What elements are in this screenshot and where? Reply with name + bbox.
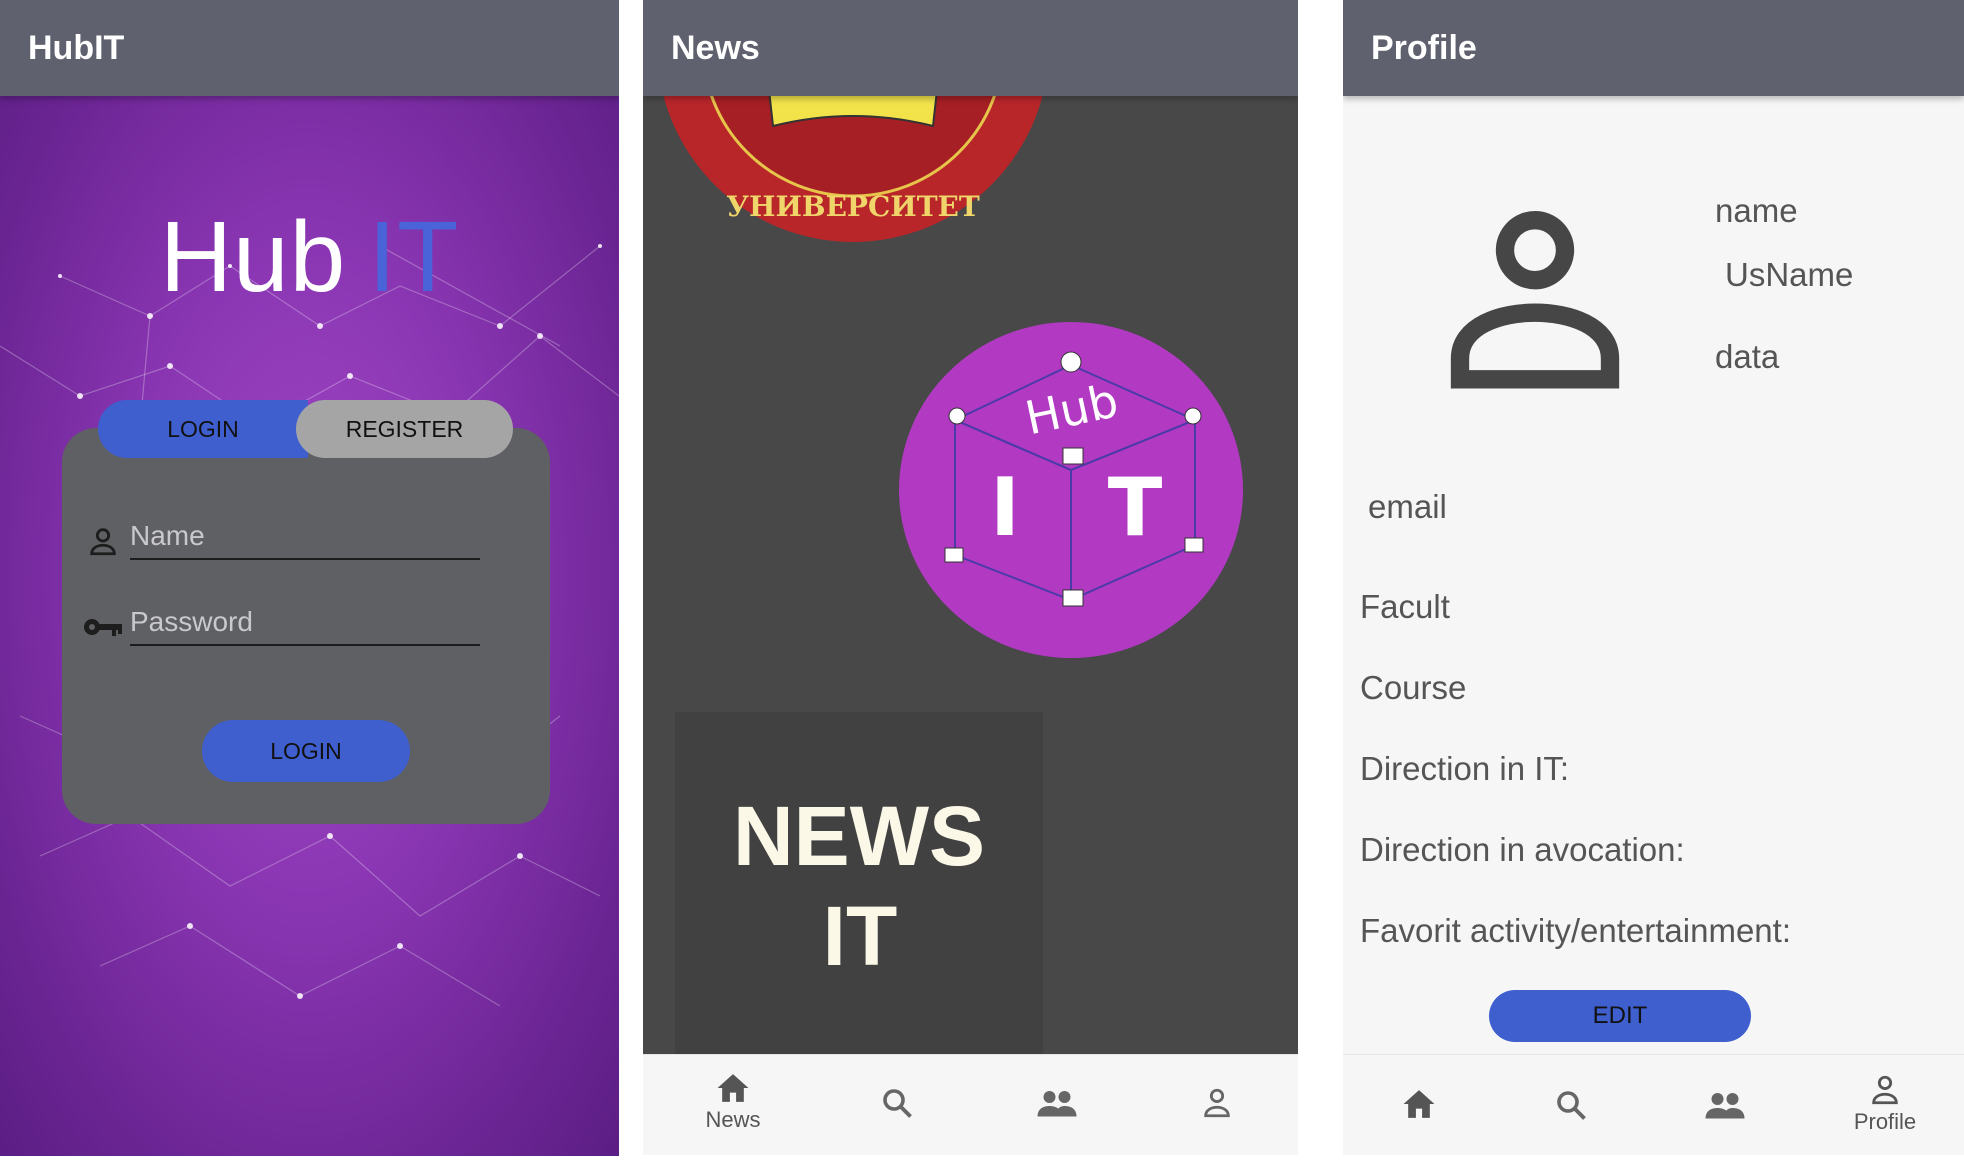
profile-name: name	[1715, 192, 1798, 229]
news-title-line1: NEWS	[733, 789, 985, 883]
profile-data: data	[1715, 338, 1780, 375]
login-screen: HubIT Hub IT LOGIN REGISTER Name Passwor…	[0, 0, 619, 1160]
news-title-line2: IT	[822, 889, 898, 983]
profile-email: email	[1368, 488, 1447, 525]
hero-title: Hub IT	[0, 200, 619, 315]
name-field[interactable]: Name	[130, 514, 480, 560]
hubit-logo-image[interactable]: Hub I T	[895, 320, 1245, 660]
hero-title-it: IT	[368, 201, 460, 313]
profile-content: name UsName data email Facult Course Dir…	[1343, 96, 1964, 1054]
nav-profile[interactable]	[1157, 1055, 1277, 1155]
person-icon	[1872, 1075, 1898, 1105]
nav-people[interactable]	[1665, 1055, 1785, 1155]
nav-people[interactable]	[997, 1055, 1117, 1155]
edit-button[interactable]: EDIT	[1489, 990, 1751, 1042]
profile-favorite-activity: Favorit activity/entertainment:	[1360, 912, 1791, 949]
news-feed: УНИВЕРСИТЕТ Hub I T NEWS IT	[643, 0, 1298, 1054]
news-card[interactable]: NEWS IT	[675, 712, 1043, 1054]
profile-username: UsName	[1725, 256, 1854, 293]
app-bar: HubIT	[0, 0, 619, 96]
nav-home[interactable]	[1359, 1055, 1479, 1155]
person-icon	[1204, 1088, 1230, 1118]
nav-profile[interactable]: Profile	[1825, 1055, 1945, 1155]
profile-course: Course	[1360, 669, 1467, 706]
home-icon	[1403, 1090, 1435, 1118]
app-title: Profile	[1371, 28, 1477, 67]
hero-title-hub: Hub	[159, 201, 347, 313]
login-button[interactable]: LOGIN	[202, 720, 410, 782]
avatar-person-icon[interactable]	[1435, 196, 1635, 396]
profile-facult: Facult	[1360, 588, 1450, 625]
nav-search[interactable]	[1511, 1055, 1631, 1155]
bottom-navigation: Profile	[1343, 1054, 1964, 1155]
profile-direction-avocation: Direction in avocation:	[1360, 831, 1685, 868]
key-icon	[82, 612, 124, 647]
profile-direction-it: Direction in IT:	[1360, 750, 1570, 787]
tab-register[interactable]: REGISTER	[296, 400, 513, 458]
app-title: News	[671, 28, 760, 67]
seal-text: УНИВЕРСИТЕТ	[726, 190, 980, 223]
nav-search[interactable]	[837, 1055, 957, 1155]
logo-i-text: I	[990, 461, 1020, 554]
nav-news-label: News	[705, 1107, 761, 1132]
nav-profile-label: Profile	[1853, 1109, 1917, 1134]
bottom-navigation: News	[643, 1054, 1298, 1155]
home-icon	[717, 1074, 749, 1102]
logo-t-text: T	[1108, 461, 1163, 554]
name-placeholder: Name	[130, 520, 205, 551]
people-icon	[1705, 1093, 1745, 1119]
search-icon	[1557, 1091, 1586, 1120]
app-title: HubIT	[28, 28, 125, 67]
app-bar: Profile	[1343, 0, 1964, 96]
news-screen: News УНИВЕРСИТЕТ Hub I T NEWS IT News	[643, 0, 1298, 1160]
password-field[interactable]: Password	[130, 600, 480, 646]
app-bar: News	[643, 0, 1298, 96]
password-placeholder: Password	[130, 606, 253, 637]
nav-news[interactable]: News	[673, 1055, 793, 1155]
person-icon	[86, 524, 120, 563]
tab-login[interactable]: LOGIN	[98, 400, 308, 458]
people-icon	[1037, 1091, 1077, 1117]
profile-screen: Profile name UsName data email Facult Co…	[1343, 0, 1964, 1160]
search-icon	[883, 1089, 912, 1118]
